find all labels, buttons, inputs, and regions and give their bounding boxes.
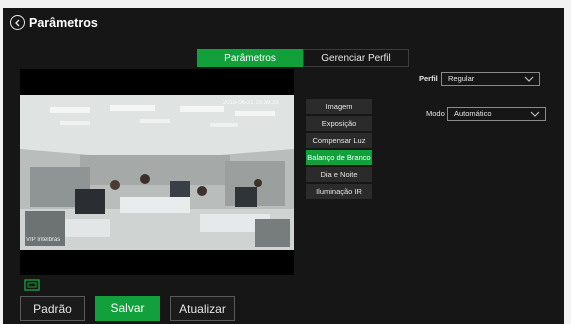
back-button[interactable] [10,15,25,30]
settings-menu: Imagem Exposição Compensar Luz Balanço d… [306,99,372,201]
save-button[interactable]: Salvar [95,296,160,321]
profile-select-value: Regular [448,74,475,83]
menu-item-iluminacao-ir[interactable]: Iluminação IR [306,184,372,199]
profile-select[interactable]: Regular [441,72,540,86]
fit-screen-icon[interactable] [24,279,40,291]
tab-bar: Parâmetros Gerenciar Perfil [197,49,409,67]
menu-item-dia-e-noite[interactable]: Dia e Noite [306,167,372,182]
default-button[interactable]: Padrão [20,296,85,321]
menu-item-compensar-luz[interactable]: Compensar Luz [306,133,372,148]
menu-item-balanco-de-branco[interactable]: Balanço de Branco [306,150,372,165]
video-timestamp: 2019-06-21 10:39:23 [223,100,279,106]
page-title: Parâmetros [29,16,98,30]
chevron-down-icon [524,76,534,82]
chevron-down-icon [530,111,540,117]
mode-select[interactable]: Automático [447,107,546,121]
chevron-left-circle-icon [14,19,19,26]
tab-parametros[interactable]: Parâmetros [197,49,303,67]
mode-label: Modo [426,109,445,118]
mode-select-value: Automático [454,109,492,118]
refresh-button[interactable]: Atualizar [170,296,235,321]
video-preview: 2019-06-21 10:39:23 VIP Intelbras [20,69,294,275]
menu-item-exposicao[interactable]: Exposição [306,116,372,131]
profile-label: Perfil [419,74,438,83]
menu-item-imagem[interactable]: Imagem [306,99,372,114]
tab-gerenciar-perfil[interactable]: Gerenciar Perfil [303,49,409,67]
video-channel-name: VIP Intelbras [26,237,61,243]
